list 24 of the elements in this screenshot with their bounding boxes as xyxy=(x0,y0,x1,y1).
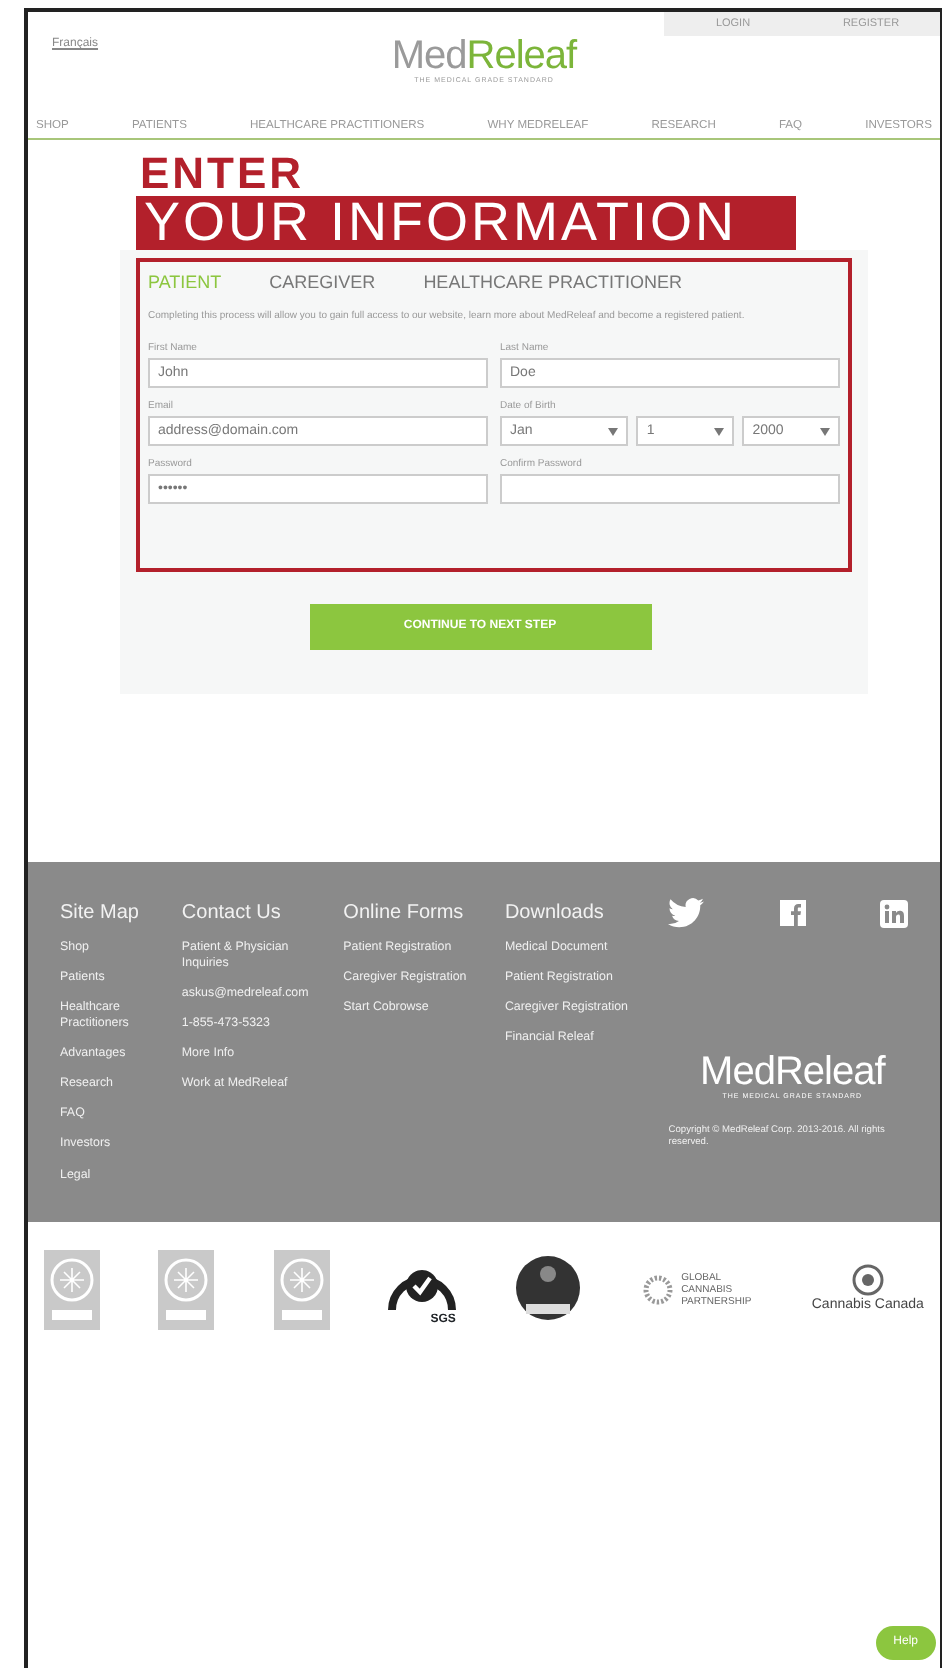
leaf-logo-icon xyxy=(851,1263,884,1296)
caret-icon xyxy=(608,427,619,436)
sunburst-icon xyxy=(641,1274,674,1306)
heading: ENTER xyxy=(140,152,307,196)
logo: MedReleaf xyxy=(698,1052,888,1092)
linkedin-icon[interactable] xyxy=(879,899,908,927)
caret-icon xyxy=(714,427,725,436)
footer-heading: Online Forms xyxy=(343,900,466,928)
form-tab[interactable]: CAREGIVER xyxy=(269,270,376,297)
footer-heading: Contact Us xyxy=(181,900,283,928)
medal-icon xyxy=(514,1254,583,1326)
form-tab[interactable]: HEALTHCARE PRACTITIONER xyxy=(423,270,683,297)
form-tab[interactable]: PATIENT xyxy=(148,270,222,297)
seal-icon xyxy=(44,1250,100,1330)
input-field[interactable] xyxy=(500,474,840,505)
heading-banner: YOUR INFORMATION xyxy=(136,196,796,250)
seal-icon xyxy=(158,1250,215,1330)
caret-icon xyxy=(820,427,831,436)
facebook-icon[interactable] xyxy=(779,900,806,926)
footer-heading: Site Map xyxy=(60,900,141,928)
seal-icon xyxy=(273,1250,330,1330)
twitter-icon[interactable] xyxy=(668,898,705,928)
footer-heading: Downloads xyxy=(504,900,606,928)
logo[interactable]: MedReleaf xyxy=(391,36,577,76)
